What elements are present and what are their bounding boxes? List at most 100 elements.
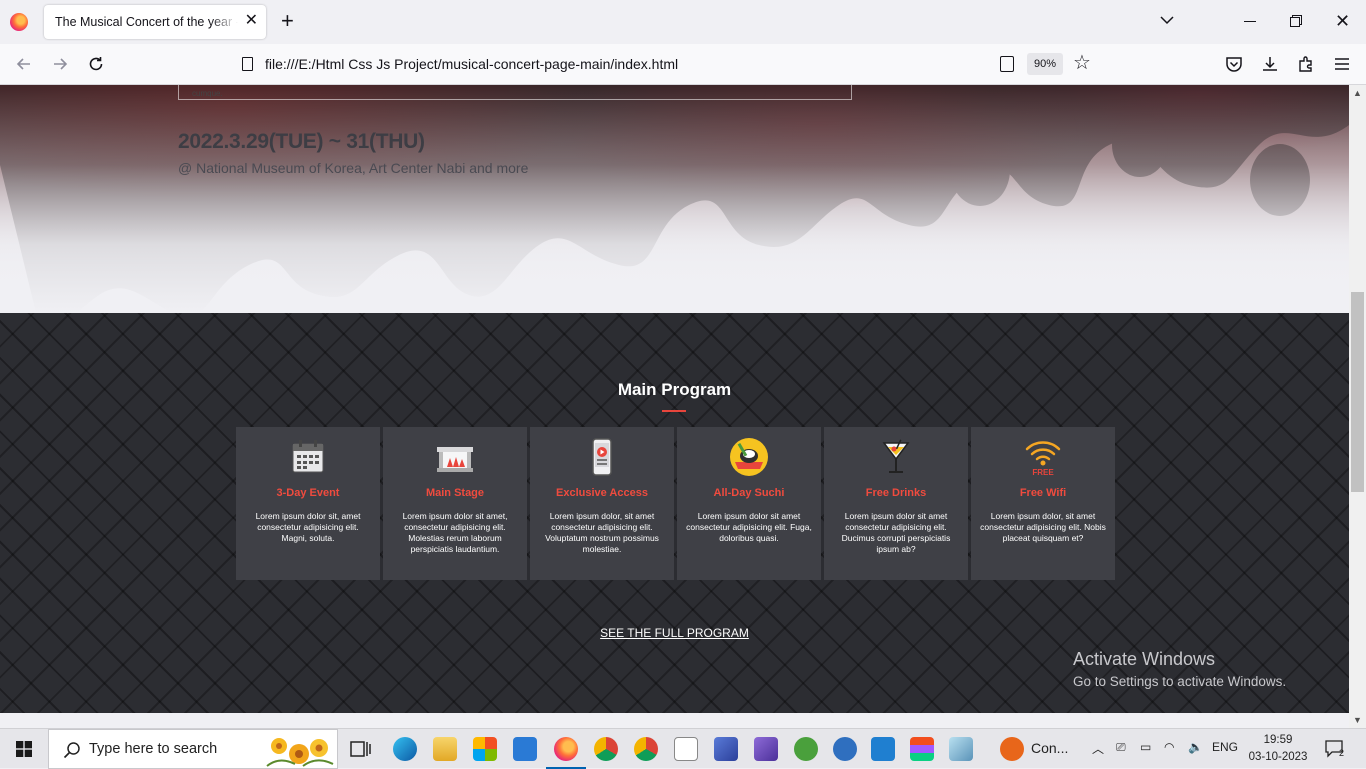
browser-toolbar: file:///E:/Html Css Js Project/musical-c… [0,44,1366,85]
reader-view-icon[interactable] [1000,56,1014,72]
restore-button[interactable] [1290,15,1302,27]
new-tab-button[interactable]: + [281,10,294,32]
url-text[interactable]: file:///E:/Html Css Js Project/musical-c… [265,56,678,72]
close-tab-icon[interactable]: ✕ [245,13,258,29]
page-icon [242,57,253,71]
search-icon [63,742,80,759]
file-explorer-icon[interactable] [433,737,457,761]
wifi-icon: FREE [1025,441,1061,477]
card-description: Lorem ipsum dolor, sit amet consectetur … [980,511,1106,543]
activate-subtitle: Go to Settings to activate Windows. [1073,674,1287,689]
vscode-icon[interactable] [871,737,895,761]
card-title: Exclusive Access [556,487,648,499]
extensions-icon[interactable] [1297,55,1315,73]
event-date: 2022.3.29(TUE) ~ 31(THU) [178,130,425,153]
windows-start-icon[interactable] [16,741,32,757]
scroll-up-arrow-icon[interactable]: ▲ [1353,88,1362,98]
program-title: Main Program [617,380,732,399]
stage-icon [437,447,473,472]
figma-icon[interactable] [910,737,934,761]
scroll-down-arrow-icon[interactable]: ▼ [1353,715,1362,725]
cocktail-icon [882,439,910,473]
program-cards: 3-Day Event Lorem ipsum dolor sit, amet … [236,427,1115,580]
card-title: All-Day Suchi [713,487,785,499]
battery-icon[interactable]: ▭ [1140,740,1151,754]
show-hidden-icons-icon[interactable]: ︿ [1092,740,1104,757]
title-underline [662,410,686,412]
hero-overlay [0,85,1349,313]
spring-tool-icon[interactable] [794,737,818,761]
browser-tab[interactable]: The Musical Concert of the year - 2022 ✕ [44,5,266,39]
close-window-button[interactable]: ✕ [1335,12,1350,30]
card-title: Free Drinks [865,487,927,499]
running-app-icon[interactable] [1000,737,1024,761]
calendar-icon [292,440,324,473]
forward-arrow-icon[interactable] [50,54,70,74]
edge-browser-icon[interactable] [393,737,417,761]
hero-text-box: cumque. [178,85,852,100]
zoom-level-badge[interactable]: 90% [1027,53,1064,75]
clock-date: 03-10-2023 [1248,751,1308,763]
card-description: Lorem ipsum dolor sit, amet consectetur … [255,511,361,543]
hero-section: cumque. 2022.3.29(TUE) ~ 31(THU) @ Natio… [0,85,1349,313]
card-title: Free Wifi [1019,487,1067,499]
downloads-icon[interactable] [1261,55,1279,73]
wifi-free-badge: FREE [1032,468,1054,477]
activate-title: Activate Windows [1073,649,1216,669]
device-icon[interactable]: ⎚ [1116,740,1126,755]
card-description: Lorem ipsum dolor, sit amet consectetur … [545,511,659,554]
taskbar-search-box[interactable]: Type here to search [48,729,338,769]
search-placeholder: Type here to search [89,741,218,757]
atom-icon[interactable] [833,737,857,761]
app-cube-icon[interactable] [714,737,738,761]
hero-box-text: cumque. [192,89,223,98]
language-indicator[interactable]: ENG [1212,740,1238,754]
bookmark-star-icon[interactable]: ☆ [1073,52,1091,74]
mail-icon[interactable] [513,737,537,761]
chrome-profile-icon[interactable] [634,737,658,761]
sushi-icon [730,438,768,476]
minimize-button[interactable] [1244,21,1256,22]
pocket-icon[interactable] [1225,55,1243,73]
main-program-section: Main Program 3-Day Event Lorem ipsum dol… [0,313,1349,713]
chevron-down-icon[interactable] [1159,12,1175,28]
tab-title: The Musical Concert of the year - 2022 [55,15,238,29]
program-card: 3-Day Event Lorem ipsum dolor sit, amet … [236,427,380,580]
activate-windows-watermark: Activate Windows Go to Settings to activ… [1073,649,1286,689]
program-card: FREE Free Wifi Lorem ipsum dolor, sit am… [971,427,1115,580]
address-bar[interactable]: file:///E:/Html Css Js Project/musical-c… [232,47,1102,81]
program-card: All-Day Suchi Lorem ipsum dolor sit amet… [677,427,821,580]
firefox-icon[interactable] [10,13,28,31]
browser-tab-bar: The Musical Concert of the year - 2022 ✕… [0,0,1366,44]
see-full-program-link[interactable]: SEE THE FULL PROGRAM [0,626,1349,640]
menu-icon[interactable] [1333,55,1351,73]
card-description: Lorem ipsum dolor sit amet, consectetur … [402,511,508,554]
program-card: Free Drinks Lorem ipsum dolor sit amet c… [824,427,968,580]
program-card: Main Stage Lorem ipsum dolor sit amet, c… [383,427,527,580]
running-app-label[interactable]: Con... [1031,740,1068,756]
back-arrow-icon[interactable] [14,54,34,74]
scrollbar-thumb[interactable] [1351,292,1364,492]
vertical-scrollbar[interactable]: ▲ ▼ [1349,85,1366,728]
windows-taskbar: Type here to search Con... ︿ ⎚ ▭ ◠ 🔈 ENG… [0,728,1366,769]
task-view-icon[interactable] [349,737,373,761]
app-drive-icon[interactable] [949,737,973,761]
volume-icon[interactable]: 🔈 [1188,740,1203,754]
phone-ticket-icon [592,438,612,476]
firefox-taskbar-icon[interactable] [546,737,586,769]
clock-time: 19:59 [1263,734,1293,746]
page-viewport: cumque. 2022.3.29(TUE) ~ 31(THU) @ Natio… [0,85,1349,713]
flowers-highlight-icon [266,738,334,767]
notification-center-icon[interactable]: 2 [1325,740,1345,758]
notepad-icon[interactable] [674,737,698,761]
program-card: Exclusive Access Lorem ipsum dolor, sit … [530,427,674,580]
chrome-icon[interactable] [594,737,618,761]
app-cube-alt-icon[interactable] [754,737,778,761]
reload-icon[interactable] [86,54,106,74]
microsoft-store-icon[interactable] [473,737,497,761]
card-title: Main Stage [425,487,485,499]
card-description: Lorem ipsum dolor sit amet consectetur a… [841,511,951,554]
notification-count: 2 [1339,748,1344,758]
system-clock[interactable]: 19:59 03-10-2023 [1248,732,1308,766]
network-icon[interactable]: ◠ [1164,740,1174,754]
